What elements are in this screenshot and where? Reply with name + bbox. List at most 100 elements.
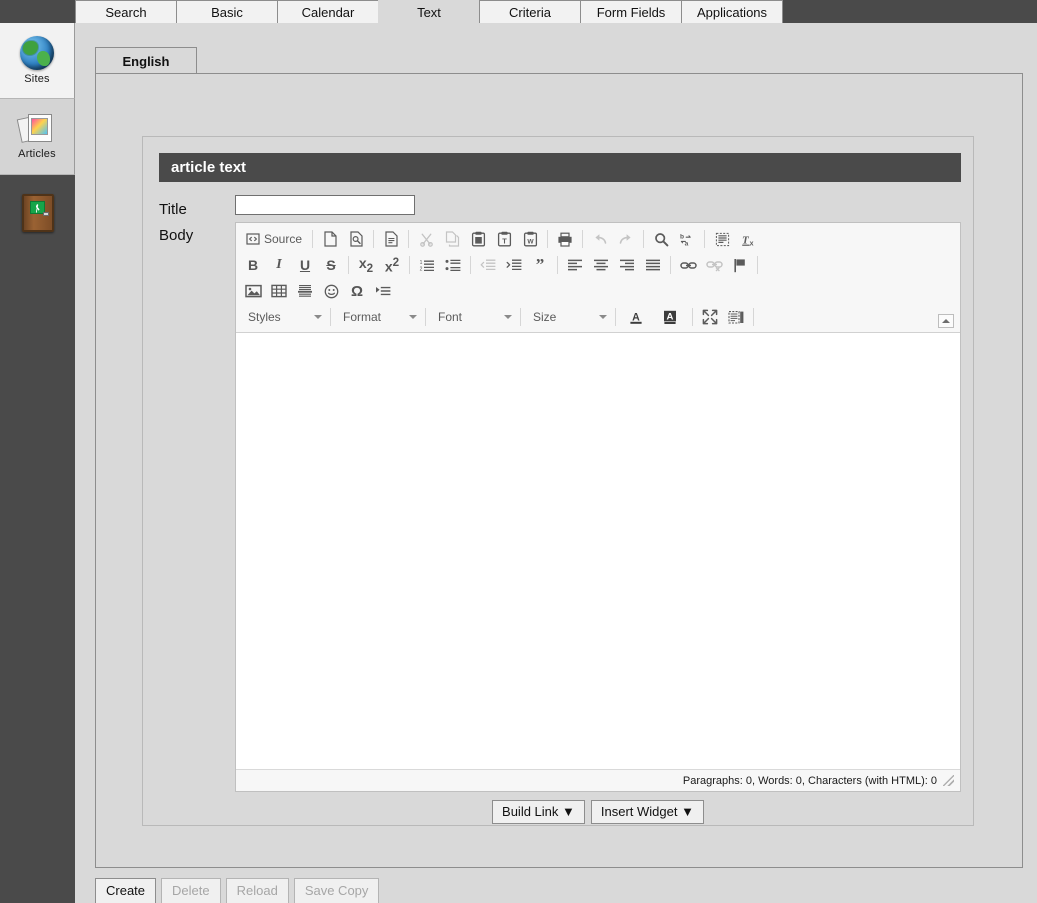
strikethrough-button[interactable]: S (318, 253, 344, 277)
build-link-button[interactable]: Build Link ▼ (492, 800, 585, 825)
toolbar-separator (409, 256, 410, 274)
print-button[interactable] (552, 227, 578, 251)
size-combo[interactable]: Size (525, 305, 611, 329)
globe-icon (20, 36, 54, 70)
bulleted-list-button[interactable] (440, 253, 466, 277)
about-button[interactable] (758, 305, 784, 329)
page-break-button[interactable] (370, 279, 396, 303)
unlink-button[interactable] (701, 253, 727, 277)
replace-button[interactable]: ba (674, 227, 700, 251)
editor-toolbar: Source T W b a T x B I U S x2 x2 1 2 ” Ω… (236, 223, 960, 333)
show-blocks-button[interactable] (723, 305, 749, 329)
smiley-button[interactable] (318, 279, 344, 303)
link-button[interactable] (675, 253, 701, 277)
reload-button[interactable]: Reload (225, 878, 289, 903)
blockquote-button[interactable]: ” (527, 253, 553, 277)
horizontal-rule-button[interactable] (292, 279, 318, 303)
bold-button[interactable]: B (240, 253, 266, 277)
image-button[interactable] (240, 279, 266, 303)
magnifier-icon (654, 232, 669, 247)
text-color-button[interactable]: A (620, 305, 654, 329)
collapse-toolbar-button[interactable] (938, 314, 954, 328)
redo-button[interactable] (613, 227, 639, 251)
toolbar-separator (547, 230, 549, 248)
table-button[interactable] (266, 279, 292, 303)
tab-form-fields[interactable]: Form Fields (580, 0, 682, 23)
editor-resize-grip[interactable] (943, 775, 954, 786)
preview-button[interactable] (343, 227, 369, 251)
create-button[interactable]: Create (95, 878, 157, 903)
tab-text[interactable]: Text (378, 0, 480, 23)
cut-button[interactable] (413, 227, 439, 251)
styles-combo[interactable]: Styles (240, 305, 326, 329)
tab-basic[interactable]: Basic (176, 0, 278, 23)
svg-text:T: T (502, 236, 507, 245)
align-right-button[interactable] (614, 253, 640, 277)
numbered-list-button[interactable]: 12 (414, 253, 440, 277)
templates-button[interactable] (378, 227, 404, 251)
table-icon (271, 284, 287, 298)
indent-button[interactable] (501, 253, 527, 277)
save-copy-button[interactable]: Save Copy (293, 878, 380, 903)
copy-button[interactable] (439, 227, 465, 251)
tab-criteria[interactable]: Criteria (479, 0, 581, 23)
action-bar: Create Delete Reload Save Copy (95, 878, 380, 903)
align-center-button[interactable] (588, 253, 614, 277)
tab-search[interactable]: Search (75, 0, 177, 23)
styles-combo-label: Styles (248, 310, 281, 324)
underline-button[interactable]: U (292, 253, 318, 277)
paste-as-text-button[interactable]: T (491, 227, 517, 251)
chevron-down-icon (504, 315, 512, 319)
redo-arrow-icon (618, 232, 634, 246)
find-button[interactable] (648, 227, 674, 251)
insert-widget-button[interactable]: Insert Widget ▼ (590, 800, 704, 825)
tab-calendar[interactable]: Calendar (277, 0, 379, 23)
sidebar-top-spacer (0, 0, 75, 23)
exit-door-icon (21, 194, 54, 232)
sidebar-item-logout[interactable] (0, 175, 75, 251)
new-page-button[interactable] (317, 227, 343, 251)
background-color-button[interactable]: A (654, 305, 688, 329)
superscript-button[interactable]: x2 (379, 253, 405, 277)
outdent-button[interactable] (475, 253, 501, 277)
chevron-down-icon (314, 315, 322, 319)
tab-english[interactable]: English (95, 47, 197, 74)
special-character-button[interactable]: Ω (344, 279, 370, 303)
toolbar-separator (582, 230, 584, 248)
anchor-button[interactable] (727, 253, 753, 277)
italic-button[interactable]: I (266, 253, 292, 277)
templates-icon (384, 231, 399, 247)
editor-content-area[interactable] (236, 333, 960, 769)
paste-button[interactable] (465, 227, 491, 251)
delete-button[interactable]: Delete (161, 878, 221, 903)
toolbar-separator (757, 256, 758, 274)
toolbar-separator (520, 308, 521, 326)
sidebar: Sites Articles (0, 0, 75, 903)
chevron-down-icon (599, 315, 607, 319)
format-combo[interactable]: Format (335, 305, 421, 329)
source-button[interactable]: Source (240, 227, 308, 251)
font-combo[interactable]: Font (430, 305, 516, 329)
select-all-button[interactable] (709, 227, 735, 251)
title-input[interactable] (235, 195, 415, 215)
link-icon (679, 259, 697, 272)
paste-from-word-button[interactable]: W (517, 227, 543, 251)
show-blocks-icon (728, 310, 744, 325)
align-left-button[interactable] (562, 253, 588, 277)
tab-applications[interactable]: Applications (681, 0, 783, 23)
maximize-button[interactable] (697, 305, 723, 329)
align-justify-button[interactable] (640, 253, 666, 277)
superscript-icon: x2 (384, 255, 400, 275)
sidebar-item-sites[interactable]: Sites (0, 23, 75, 99)
remove-format-button[interactable]: Tx (735, 227, 761, 251)
chevron-down-icon (409, 315, 417, 319)
toolbar-separator (470, 256, 471, 274)
format-combo-label: Format (343, 310, 382, 324)
undo-button[interactable] (587, 227, 613, 251)
sidebar-item-articles[interactable]: Articles (0, 99, 75, 175)
subscript-button[interactable]: x2 (353, 253, 379, 277)
preview-icon (349, 231, 364, 247)
toolbar-separator (670, 256, 671, 274)
sidebar-item-sites-label: Sites (24, 73, 50, 85)
title-label: Title (159, 201, 187, 218)
